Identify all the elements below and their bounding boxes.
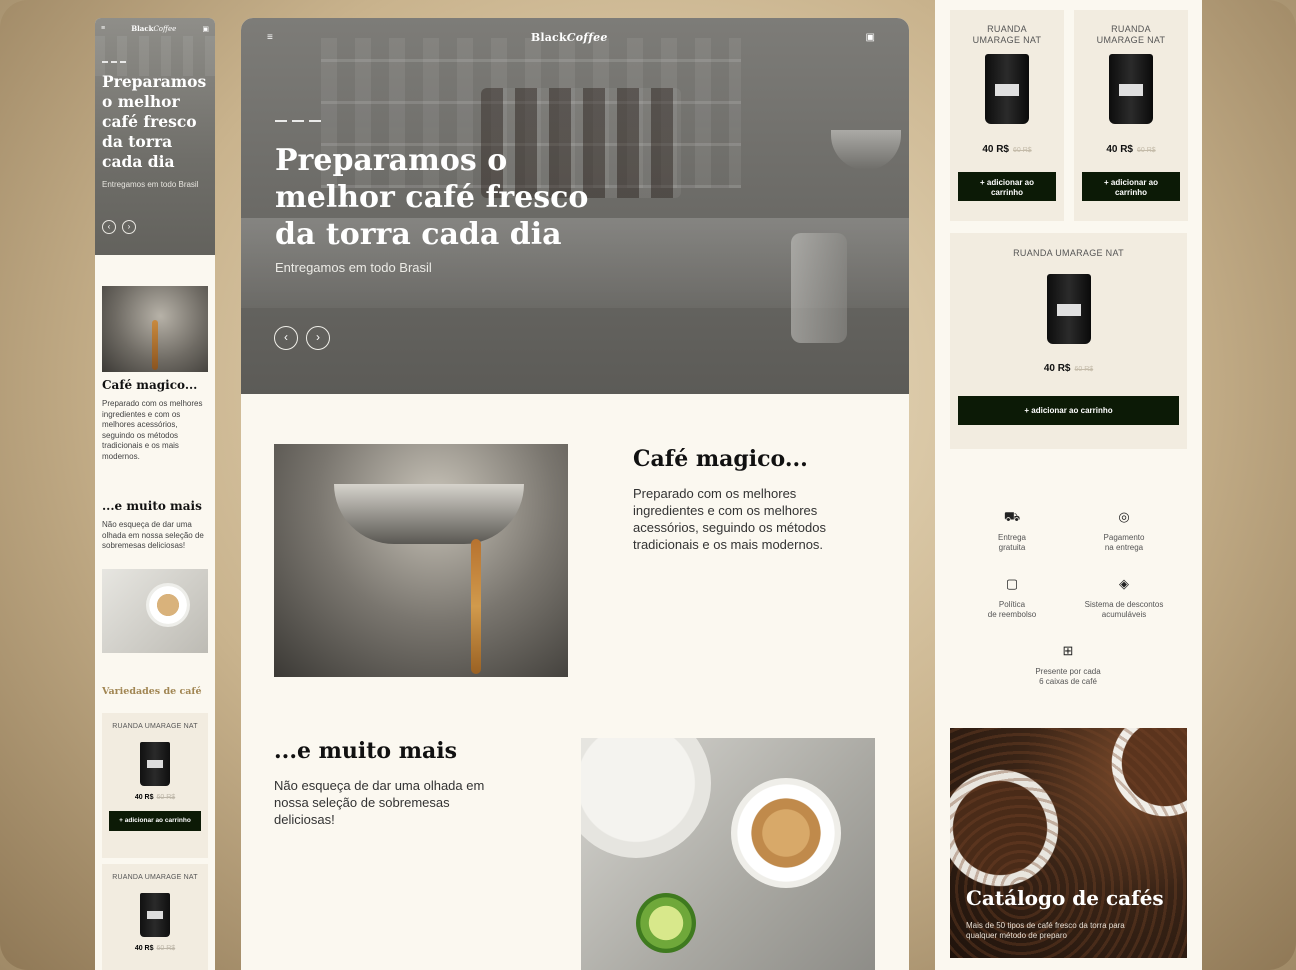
wallet-icon: ▢ (1005, 576, 1019, 591)
mobile-section1-title: Café magico... (102, 378, 198, 392)
feature-refund: ▢ Política de reembolso (957, 576, 1067, 620)
cart-icon[interactable]: ▣ (866, 32, 875, 43)
product-price: 40 R$ 60 R$ (1106, 144, 1156, 155)
feature-gift: ⊞ Presente por cada 6 caixas de café (1013, 643, 1123, 687)
feature-free-delivery: ⛟ Entrega gratuita (957, 509, 1067, 553)
slider-dots[interactable] (102, 61, 126, 63)
hero-background-image (95, 36, 215, 76)
mobile-hero-title: Preparamos o melhor café fresco da torra… (102, 72, 207, 171)
mobile-logo[interactable]: BlackCoffee (131, 24, 176, 33)
coffee-bag-image (985, 54, 1029, 124)
mobile-section1-text: Preparado com os melhores ingredientes e… (102, 399, 203, 461)
product-name: RUANDA UMARAGE NAT (1013, 248, 1124, 258)
coffee-bean-icon: ◎ (1118, 509, 1130, 524)
truck-icon: ⛟ (1003, 509, 1021, 524)
mobile-hero: ≡ BlackCoffee ▣ Preparamos o melhor café… (95, 18, 215, 255)
coffee-bag-image (1109, 54, 1153, 124)
product-name: RUANDA UMARAGE NAT (112, 723, 198, 730)
desktop-navbar: ≡ BlackCoffee ▣ (267, 30, 875, 44)
catalog-title: Catálogo de cafés (966, 886, 1164, 910)
discount-tag-icon: ◈ (1119, 576, 1129, 591)
bowl-decor (831, 130, 901, 170)
mobile-product-card: RUANDA UMARAGE NAT 40 R$ 60 R$ (102, 864, 208, 970)
add-to-cart-button[interactable]: + adicionar ao carrinho (958, 172, 1056, 201)
hero-title: Preparamos o melhor café fresco da torra… (275, 143, 589, 252)
mobile-product-card: RUANDA UMARAGE NAT 40 R$ 60 R$ + adiciona… (102, 713, 208, 858)
hero-subtitle: Entregamos em todo Brasil (275, 260, 432, 275)
add-to-cart-button[interactable]: + adicionar ao carrinho (958, 396, 1179, 425)
kettle-decor (791, 233, 847, 343)
cart-icon[interactable]: ▣ (202, 25, 209, 33)
product-card-wide: RUANDA UMARAGE NAT 40 R$ 60 R$ + adiciona… (950, 233, 1187, 449)
product-price: 40 R$ 60 R$ (134, 794, 176, 801)
espresso-image (102, 286, 208, 372)
section1-text: Preparado com os melhores ingredientes e… (633, 486, 826, 552)
feature-payment: ◎ Pagamento na entrega (1069, 509, 1179, 553)
mobile-slider-arrows: ‹ › (102, 220, 136, 234)
section1-title: Café magico... (633, 446, 808, 472)
catalog-text: Mais de 50 tipos de café fresco da torra… (966, 921, 1125, 940)
latte-image (581, 738, 875, 970)
mobile-hero-subtitle: Entregamos em todo Brasil (102, 180, 199, 189)
next-arrow-icon[interactable]: › (306, 326, 330, 350)
mobile-preview: ≡ BlackCoffee ▣ Preparamos o melhor café… (95, 18, 215, 970)
mobile-navbar: ≡ BlackCoffee ▣ (101, 24, 209, 33)
feature-discounts: ◈ Sistema de descontos acumuláveis (1069, 576, 1179, 620)
catalog-banner[interactable]: Catálogo de cafés Mais de 50 tipos de ca… (950, 728, 1187, 958)
slider-dots[interactable] (275, 120, 321, 122)
varieties-title: Variedades de café (102, 686, 202, 697)
prev-arrow-icon[interactable]: ‹ (102, 220, 116, 234)
product-price: 40 R$ 60 R$ (134, 945, 176, 952)
product-card: RUANDA UMARAGE NAT 40 R$ 60 R$ + adicionar… (1074, 10, 1188, 221)
product-name: RUANDA UMARAGE NAT (972, 24, 1042, 45)
menu-icon[interactable]: ≡ (267, 32, 273, 43)
menu-icon[interactable]: ≡ (101, 25, 105, 32)
product-price: 40 R$ 60 R$ (1043, 363, 1094, 374)
slider-arrows: ‹ › (274, 326, 330, 350)
coffee-bag-image (140, 742, 170, 786)
prev-arrow-icon[interactable]: ‹ (274, 326, 298, 350)
section2-title: ...e muito mais (274, 738, 458, 764)
next-arrow-icon[interactable]: › (122, 220, 136, 234)
gift-icon: ⊞ (1062, 643, 1074, 658)
mobile-section2-title: ...e muito mais (102, 499, 202, 513)
mobile-section2-text: Não esqueça de dar uma olhada em nossa s… (102, 520, 204, 551)
product-card: RUANDA UMARAGE NAT 40 R$ 60 R$ + adicionar… (950, 10, 1064, 221)
latte-image (102, 569, 208, 653)
coffee-bag-image (140, 893, 170, 937)
coffee-bag-image (1046, 274, 1091, 344)
espresso-image (274, 444, 568, 677)
product-price: 40 R$ 60 R$ (982, 144, 1032, 155)
section2-text: Não esqueça de dar uma olhada em nossa s… (274, 778, 485, 827)
desktop-hero: ≡ BlackCoffee ▣ Preparamos o melhor café… (241, 18, 909, 394)
add-to-cart-button[interactable]: + adicionar ao carrinho (109, 811, 201, 831)
shop-preview: RUANDA UMARAGE NAT 40 R$ 60 R$ + adicionar… (935, 0, 1202, 970)
product-name: RUANDA UMARAGE NAT (112, 874, 198, 881)
mockup-frame: ≡ BlackCoffee ▣ Preparamos o melhor café… (0, 0, 1296, 970)
add-to-cart-button[interactable]: + adicionar ao carrinho (1082, 172, 1180, 201)
desktop-logo[interactable]: BlackCoffee (531, 31, 608, 44)
desktop-preview: ≡ BlackCoffee ▣ Preparamos o melhor café… (241, 18, 909, 970)
product-name: RUANDA UMARAGE NAT (1096, 24, 1166, 45)
